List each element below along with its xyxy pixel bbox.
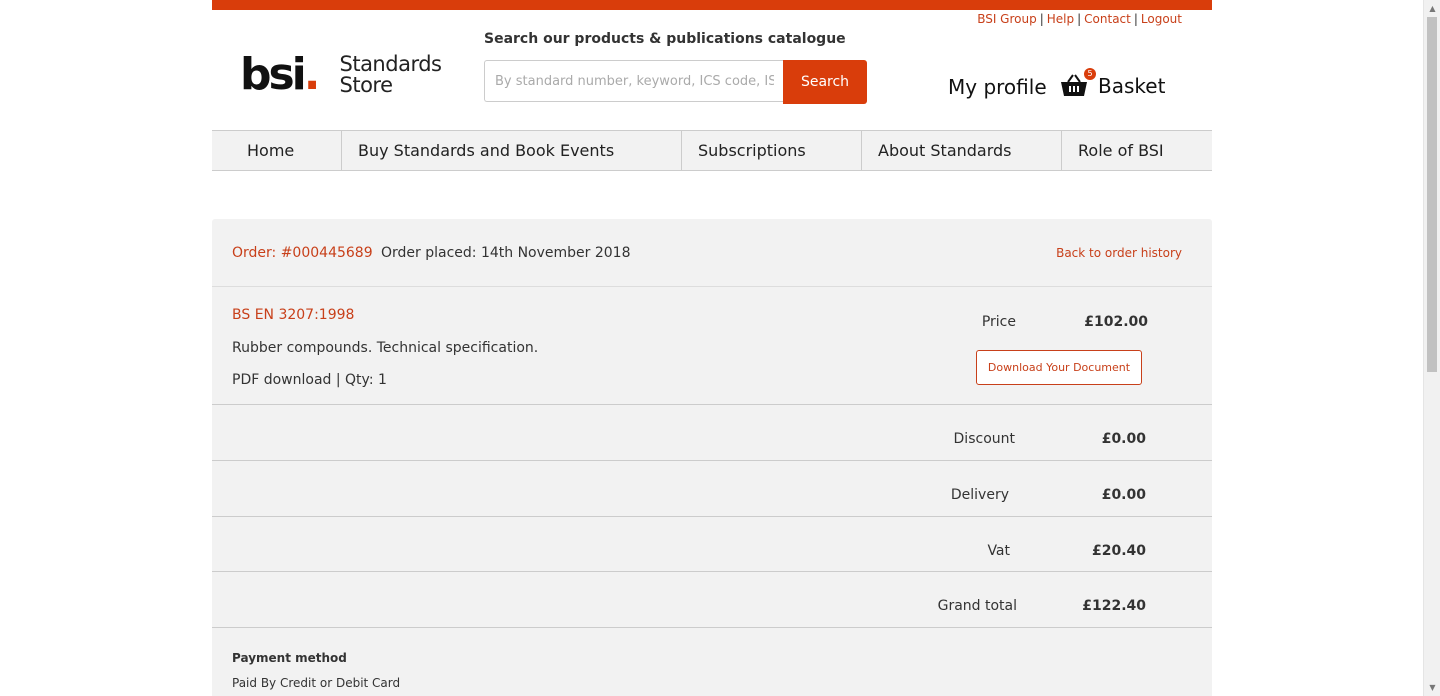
vat-label: Vat xyxy=(987,543,1010,559)
scroll-up-icon[interactable]: ▲ xyxy=(1424,0,1440,17)
main-nav: Home Buy Standards and Book Events Subsc… xyxy=(212,130,1212,171)
vertical-scrollbar[interactable]: ▲ ▼ xyxy=(1423,0,1440,696)
search-label: Search our products & publications catal… xyxy=(484,31,846,47)
grand-total-value: £122.40 xyxy=(1082,598,1146,614)
payment-section: Payment method Paid By Credit or Debit C… xyxy=(212,628,1212,696)
nav-about-standards[interactable]: About Standards xyxy=(862,131,1062,170)
bsi-logo[interactable]: bsi. Standards Store xyxy=(240,49,442,100)
discount-label: Discount xyxy=(953,431,1015,447)
discount-row: Discount £0.00 xyxy=(212,405,1212,461)
contact-link[interactable]: Contact xyxy=(1084,12,1131,26)
product-description: Rubber compounds. Technical specificatio… xyxy=(232,340,539,356)
download-document-button[interactable]: Download Your Document xyxy=(976,350,1142,385)
product-format-qty: PDF download | Qty: 1 xyxy=(232,372,387,388)
scroll-down-icon[interactable]: ▼ xyxy=(1424,679,1440,696)
search-input[interactable] xyxy=(484,60,784,102)
grand-total-label: Grand total xyxy=(937,598,1017,614)
basket-label: Basket xyxy=(1098,74,1166,98)
nav-subscriptions[interactable]: Subscriptions xyxy=(682,131,862,170)
nav-home[interactable]: Home xyxy=(212,131,342,170)
logo-wordmark: bsi xyxy=(240,49,307,100)
bsi-group-link[interactable]: BSI Group xyxy=(977,12,1037,26)
delivery-value: £0.00 xyxy=(1101,487,1146,503)
utility-links: BSI Group | Help | Contact | Logout xyxy=(977,12,1182,26)
basket-link[interactable]: 5 Basket xyxy=(1060,68,1166,100)
logout-link[interactable]: Logout xyxy=(1141,12,1182,26)
payment-method-value: Paid By Credit or Debit Card xyxy=(232,676,401,690)
price-label: Price xyxy=(981,314,1016,330)
back-to-order-history-link[interactable]: Back to order history xyxy=(1056,246,1182,260)
search-button[interactable]: Search xyxy=(783,60,867,104)
delivery-row: Delivery £0.00 xyxy=(212,461,1212,517)
order-placed-date: Order placed: 14th November 2018 xyxy=(381,245,631,261)
discount-value: £0.00 xyxy=(1101,431,1146,447)
my-profile-link[interactable]: My profile xyxy=(948,75,1047,99)
product-code-link[interactable]: BS EN 3207:1998 xyxy=(232,307,354,323)
top-accent-bar xyxy=(212,0,1212,10)
basket-count-badge: 5 xyxy=(1084,68,1096,80)
price-value: £102.00 xyxy=(1084,314,1148,330)
page: BSI Group | Help | Contact | Logout bsi. Stand… xyxy=(212,0,1212,696)
payment-method-title: Payment method xyxy=(232,651,347,665)
order-number: Order: #000445689 xyxy=(232,245,373,261)
vat-value: £20.40 xyxy=(1091,543,1146,559)
nav-role-of-bsi[interactable]: Role of BSI xyxy=(1062,131,1212,170)
nav-buy-standards[interactable]: Buy Standards and Book Events xyxy=(342,131,682,170)
basket-icon: 5 xyxy=(1060,68,1096,100)
delivery-label: Delivery xyxy=(950,487,1009,503)
logo-line-2: Store xyxy=(339,73,394,97)
help-link[interactable]: Help xyxy=(1047,12,1074,26)
vat-row: Vat £20.40 xyxy=(212,517,1212,572)
order-item-row: BS EN 3207:1998 Rubber compounds. Techni… xyxy=(212,287,1212,405)
grand-total-row: Grand total £122.40 xyxy=(212,572,1212,628)
logo-dot: . xyxy=(303,49,321,100)
order-header: Order: #000445689 Order placed: 14th Nov… xyxy=(212,219,1212,287)
scrollbar-thumb[interactable] xyxy=(1427,17,1437,372)
